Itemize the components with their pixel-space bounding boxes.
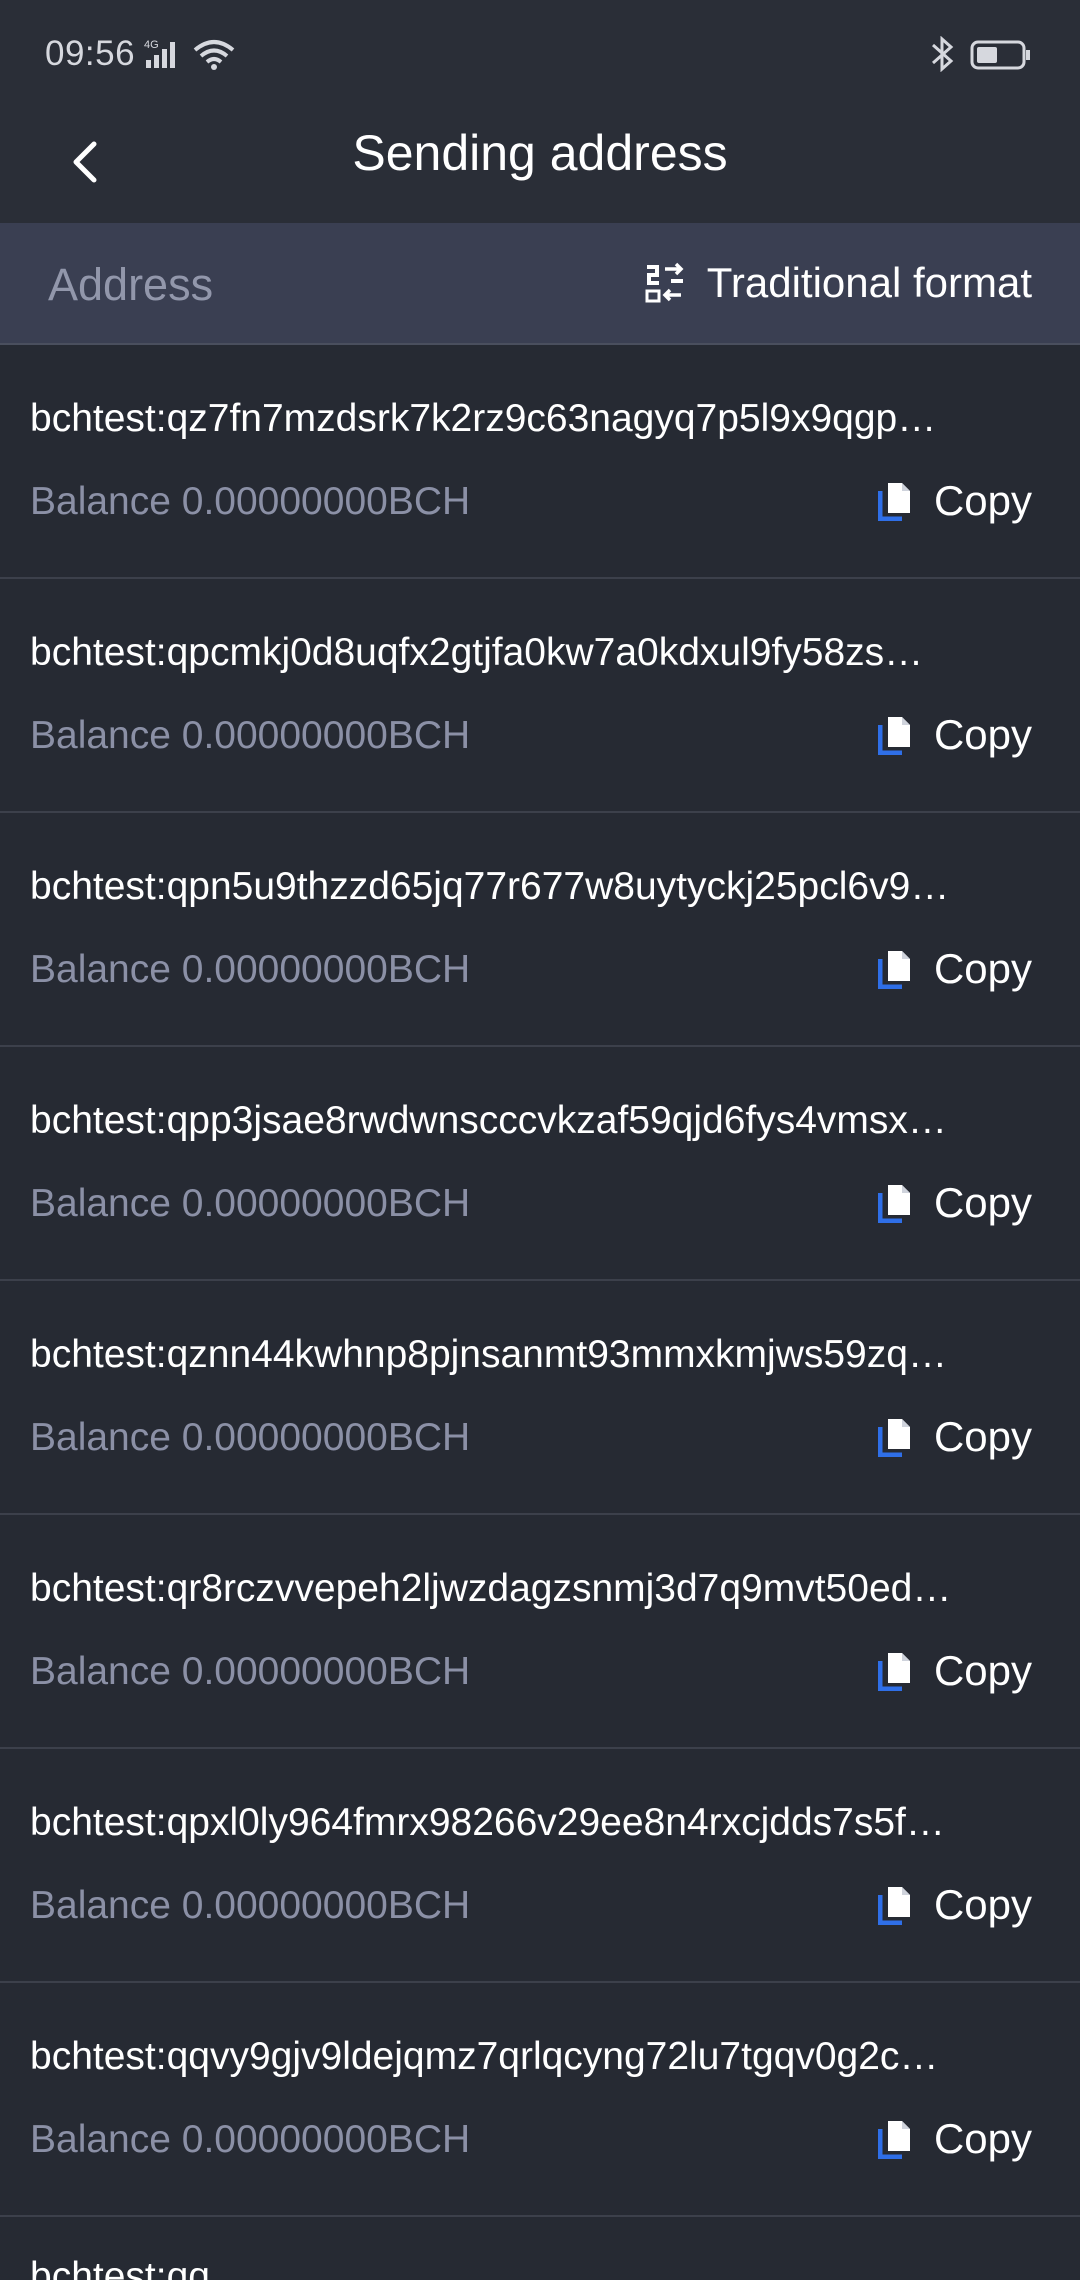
list-item-partial[interactable]: bchtest:qq… [0,2217,1080,2280]
address-text: bchtest:qznn44kwhnp8pjnsanmt93mmxkmjws59… [30,1333,947,1376]
address-text: bchtest:qr8rczvvepeh2ljwzdagzsnmj3d7q9mv… [30,1567,952,1610]
copy-icon [877,2121,910,2159]
copy-icon [877,1887,910,1925]
balance-text: Balance 0.00000000BCH [30,714,471,757]
balance-text: Balance 0.00000000BCH [30,1884,471,1927]
list-item[interactable]: bchtest:qr8rczvvepeh2ljwzdagzsnmj3d7q9mv… [0,1515,1080,1749]
list-item[interactable]: bchtest:qpn5u9thzzd65jq77r677w8uytyckj25… [0,813,1080,1047]
copy-icon [877,1653,910,1691]
list-item[interactable]: bchtest:qqvy9gjv9ldejqmz7qrlqcyng72lu7tg… [0,1983,1080,2217]
app-header: Sending address [0,110,1080,223]
swap-format-icon [645,262,684,303]
status-time: 09:56 [45,34,136,73]
balance-text: Balance 0.00000000BCH [30,1182,471,1225]
list-item[interactable]: bchtest:qpp3jsae8rwdwnscccvkzaf59qjd6fys… [0,1047,1080,1281]
traditional-format-toggle[interactable]: Traditional format [645,253,1032,313]
address-text: bchtest:qqvy9gjv9ldejqmz7qrlqcyng72lu7tg… [30,2035,939,2078]
copy-label: Copy [933,945,1032,992]
copy-label: Copy [933,1413,1032,1460]
wifi-icon [193,38,235,77]
copy-button[interactable]: Copy [877,941,1032,997]
list-item[interactable]: bchtest:qz7fn7mzdsrk7k2rz9c63nagyq7p5l9x… [0,345,1080,579]
address-text: bchtest:qz7fn7mzdsrk7k2rz9c63nagyq7p5l9x… [30,397,937,440]
list-item[interactable]: bchtest:qpcmkj0d8uqfx2gtjfa0kw7a0kdxul9f… [0,579,1080,813]
traditional-format-label: Traditional format [706,259,1032,306]
address-text: bchtest:qpn5u9thzzd65jq77r677w8uytyckj25… [30,865,950,908]
copy-button[interactable]: Copy [877,1409,1032,1465]
list-item[interactable]: bchtest:qznn44kwhnp8pjnsanmt93mmxkmjws59… [0,1281,1080,1515]
address-text: bchtest:qpxl0ly964fmrx98266v29ee8n4rxcjd… [30,1801,945,1844]
copy-button[interactable]: Copy [877,1877,1032,1933]
copy-button[interactable]: Copy [877,707,1032,763]
copy-label: Copy [933,711,1032,758]
copy-button[interactable]: Copy [877,2111,1032,2167]
address-column-label: Address [48,259,214,310]
copy-label: Copy [933,1647,1032,1694]
copy-label: Copy [933,2115,1032,2162]
address-text: bchtest:qq… [30,2255,249,2280]
status-bar: 09:56 4G [0,0,1080,110]
copy-icon [877,1419,910,1457]
balance-text: Balance 0.00000000BCH [30,2118,471,2161]
copy-label: Copy [933,1881,1032,1928]
copy-icon [877,951,910,989]
page-title: Sending address [352,125,728,181]
balance-text: Balance 0.00000000BCH [30,948,471,991]
copy-icon [877,1185,910,1223]
bluetooth-icon [930,35,956,77]
copy-button[interactable]: Copy [877,473,1032,529]
copy-icon [877,717,910,755]
copy-button[interactable]: Copy [877,1643,1032,1699]
network-type-label: 4G [144,39,159,51]
copy-icon [877,483,910,521]
copy-label: Copy [933,477,1032,524]
balance-text: Balance 0.00000000BCH [30,1416,471,1459]
copy-label: Copy [933,1179,1032,1226]
copy-button[interactable]: Copy [877,1175,1032,1231]
balance-text: Balance 0.00000000BCH [30,1650,471,1693]
signal-icon: 4G [144,38,184,75]
battery-icon [970,40,1032,75]
address-text: bchtest:qpcmkj0d8uqfx2gtjfa0kw7a0kdxul9f… [30,631,924,674]
address-text: bchtest:qpp3jsae8rwdwnscccvkzaf59qjd6fys… [30,1099,947,1142]
list-item[interactable]: bchtest:qpxl0ly964fmrx98266v29ee8n4rxcjd… [0,1749,1080,1983]
address-list: bchtest:qz7fn7mzdsrk7k2rz9c63nagyq7p5l9x… [0,345,1080,2217]
address-list-header: Address Traditional format [0,223,1080,345]
balance-text: Balance 0.00000000BCH [30,480,471,523]
